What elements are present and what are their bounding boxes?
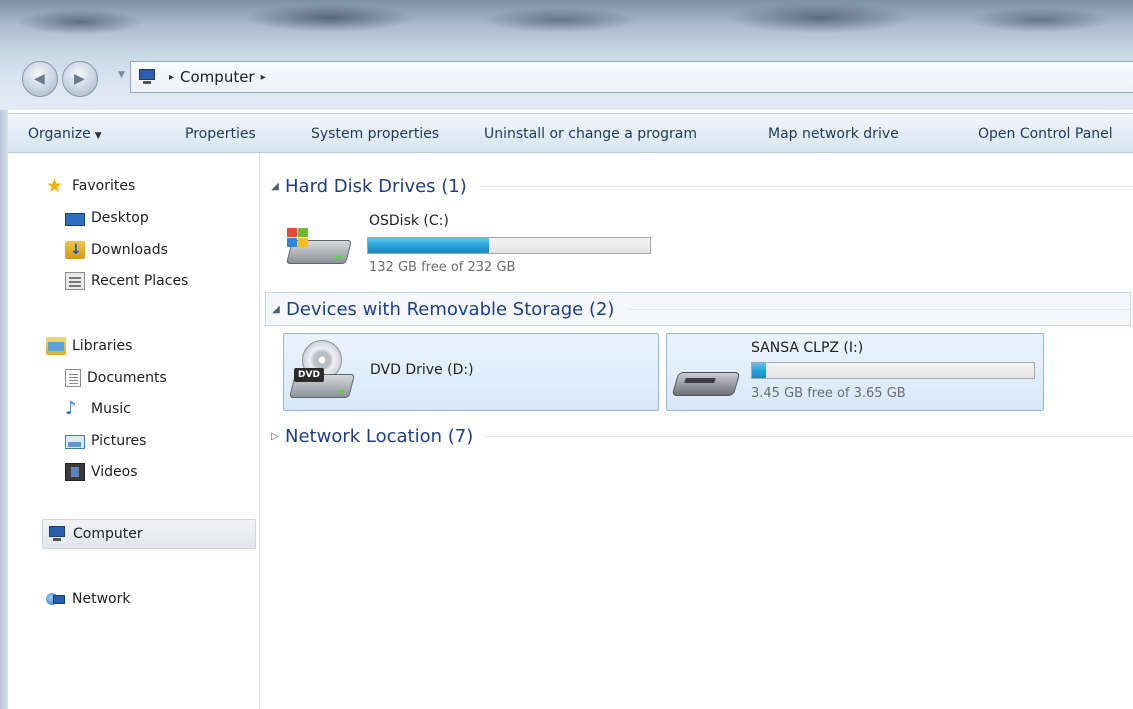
sidebar-item-computer[interactable]: Computer xyxy=(42,519,256,549)
uninstall-program-button[interactable]: Uninstall or change a program xyxy=(484,125,697,143)
sidebar-item-favorites[interactable]: ★ Favorites xyxy=(46,173,135,199)
organize-label: Organize xyxy=(28,126,91,142)
downloads-folder-icon xyxy=(65,241,85,259)
sidebar-item-label: Computer xyxy=(73,526,143,542)
back-button[interactable]: ◀ xyxy=(22,61,58,97)
dvd-drive-icon: DVD xyxy=(288,340,355,404)
desktop-icon xyxy=(65,212,85,226)
sidebar-item-pictures[interactable]: Pictures xyxy=(65,428,146,454)
organize-button[interactable]: Organize ▼ xyxy=(28,125,102,145)
window-titlebar: ◀ ▶ ▼ ▸ Computer ▸ xyxy=(0,0,1133,110)
group-header-network-location[interactable]: ▷ Network Location (7) xyxy=(265,421,1133,451)
capacity-bar-fill xyxy=(368,238,490,253)
sidebar-item-label: Downloads xyxy=(91,242,168,258)
sidebar-item-libraries[interactable]: Libraries xyxy=(46,333,132,359)
forward-button[interactable]: ▶ xyxy=(62,61,98,97)
group-header-removable-storage[interactable]: ◢ Devices with Removable Storage (2) xyxy=(265,292,1131,326)
forward-arrow-icon: ▶ xyxy=(74,71,85,87)
pictures-icon xyxy=(65,435,85,449)
drive-name: DVD Drive (D:) xyxy=(370,362,474,378)
chevron-down-icon: ▼ xyxy=(94,131,102,141)
computer-icon xyxy=(47,525,67,543)
sidebar-item-label: Libraries xyxy=(72,338,133,354)
sidebar-item-network[interactable]: Network xyxy=(46,586,130,612)
sidebar-item-label: Documents xyxy=(87,370,167,386)
videos-icon xyxy=(65,463,85,481)
documents-icon xyxy=(65,369,81,387)
capacity-bar xyxy=(751,362,1035,379)
music-note-icon: ♪ xyxy=(65,398,77,419)
navigation-pane: ★ Favorites Desktop Downloads Recent Pla… xyxy=(8,154,260,709)
map-network-drive-button[interactable]: Map network drive xyxy=(768,125,899,143)
sidebar-item-label: Recent Places xyxy=(91,273,189,289)
sidebar-item-recent-places[interactable]: Recent Places xyxy=(65,268,188,294)
group-title: Devices with Removable Storage (2) xyxy=(286,298,615,320)
collapse-triangle-icon[interactable]: ◢ xyxy=(266,304,286,315)
address-bar[interactable]: ▸ Computer ▸ xyxy=(130,61,1133,93)
sidebar-item-label: Pictures xyxy=(91,433,147,449)
breadcrumb-separator-icon[interactable]: ▸ xyxy=(261,72,266,83)
content-pane: ◢ Hard Disk Drives (1) OSDisk (C:) 132 G… xyxy=(261,154,1133,709)
capacity-bar xyxy=(367,237,651,254)
expand-triangle-icon[interactable]: ▷ xyxy=(265,431,285,442)
computer-icon xyxy=(137,68,157,86)
sidebar-item-label: Videos xyxy=(91,464,138,480)
sidebar-item-desktop[interactable]: Desktop xyxy=(65,205,149,231)
sidebar-item-music[interactable]: ♪ Music xyxy=(65,396,131,422)
drive-name: OSDisk (C:) xyxy=(369,213,449,229)
command-bar: Organize ▼ Properties System properties U… xyxy=(8,113,1133,153)
network-icon xyxy=(46,590,66,608)
capacity-bar-fill xyxy=(752,363,767,378)
group-title: Hard Disk Drives (1) xyxy=(285,175,467,197)
group-divider xyxy=(485,435,1133,437)
group-divider xyxy=(478,185,1133,187)
group-title: Network Location (7) xyxy=(285,425,474,447)
navigation-buttons: ◀ ▶ xyxy=(22,61,126,97)
sidebar-item-videos[interactable]: Videos xyxy=(65,459,138,485)
open-control-panel-button[interactable]: Open Control Panel xyxy=(978,125,1113,143)
drive-tile-osdisk[interactable]: OSDisk (C:) 132 GB free of 232 GB xyxy=(285,206,665,282)
free-space-text: 132 GB free of 232 GB xyxy=(369,260,516,275)
group-header-hard-disk-drives[interactable]: ◢ Hard Disk Drives (1) xyxy=(265,171,1133,201)
free-space-text: 3.45 GB free of 3.65 GB xyxy=(751,386,906,401)
back-arrow-icon: ◀ xyxy=(34,71,45,87)
drive-tile-sansa[interactable]: SANSA CLPZ (I:) 3.45 GB free of 3.65 GB xyxy=(666,333,1044,411)
sidebar-item-documents[interactable]: Documents xyxy=(65,365,167,391)
sidebar-item-label: Network xyxy=(72,591,131,607)
system-properties-button[interactable]: System properties xyxy=(311,125,439,143)
window-frame-left xyxy=(0,110,8,709)
properties-button[interactable]: Properties xyxy=(185,125,256,143)
collapse-triangle-icon[interactable]: ◢ xyxy=(265,181,285,192)
star-icon: ★ xyxy=(46,175,64,197)
titlebar-blur xyxy=(0,0,1133,48)
sidebar-item-downloads[interactable]: Downloads xyxy=(65,237,168,263)
usb-drive-icon xyxy=(671,368,741,402)
sidebar-item-label: Favorites xyxy=(72,178,136,194)
windows-logo-icon xyxy=(287,228,309,248)
sidebar-item-label: Desktop xyxy=(91,210,149,226)
breadcrumb-computer[interactable]: Computer xyxy=(180,68,255,86)
recent-places-icon xyxy=(65,272,85,290)
hard-disk-icon xyxy=(285,228,352,270)
libraries-icon xyxy=(46,337,66,355)
breadcrumb-separator-icon[interactable]: ▸ xyxy=(169,72,174,83)
dvd-label: DVD xyxy=(294,368,324,382)
group-divider xyxy=(626,308,1130,310)
drive-tile-dvd[interactable]: DVD DVD Drive (D:) xyxy=(283,333,659,411)
sidebar-item-label: Music xyxy=(91,401,131,417)
drive-name: SANSA CLPZ (I:) xyxy=(751,340,864,356)
recent-pages-dropdown-icon[interactable]: ▼ xyxy=(118,70,125,80)
